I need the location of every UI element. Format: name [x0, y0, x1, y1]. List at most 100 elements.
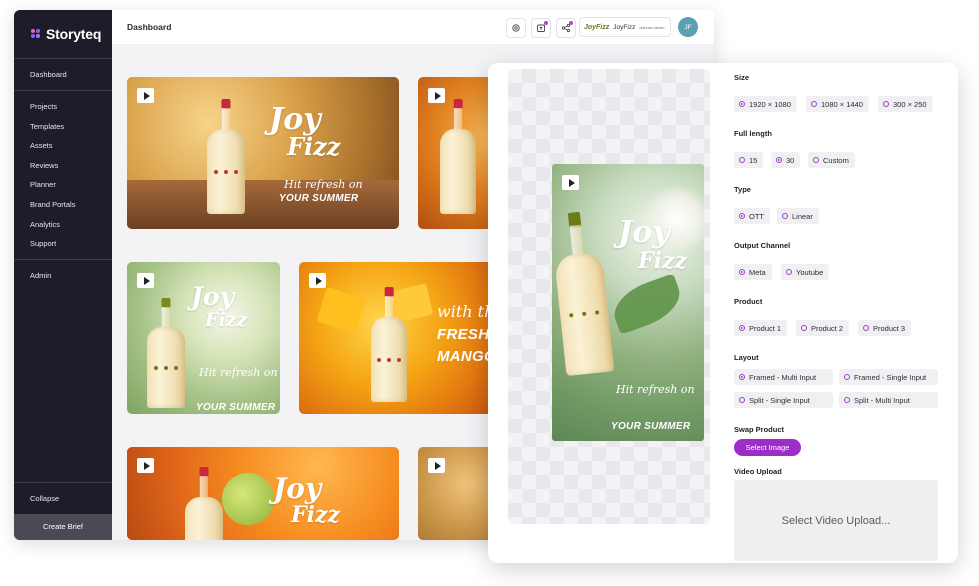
create-brief-button[interactable]: Create Brief [14, 514, 112, 540]
leaf-image [607, 273, 687, 335]
tagline: Hit refresh on [199, 366, 278, 379]
creative-card[interactable]: Joy Fizz [127, 447, 399, 540]
lime-image [222, 473, 274, 525]
collapse-button[interactable]: Collapse [30, 494, 59, 503]
product-option-1[interactable]: Product 1 [734, 320, 788, 336]
option-label: Product 2 [811, 323, 844, 333]
sidebar-item-dashboard[interactable]: Dashboard [30, 70, 67, 79]
joyfizz-logo-text: Joy Fizz [269, 105, 340, 159]
radio-icon [782, 213, 788, 219]
preview-creative[interactable]: Joy Fizz Hit refresh on YOUR SUMMER [552, 164, 704, 441]
creative-card[interactable]: Joy Fizz Hit refresh on YOUR SUMMER [127, 77, 399, 229]
video-upload-dropzone[interactable]: Select Video Upload... [734, 480, 938, 561]
select-image-button[interactable]: Select Image [734, 439, 801, 456]
product-option-3[interactable]: Product 3 [858, 320, 912, 336]
layout-label: Layout [734, 353, 759, 362]
tagline: Hit refresh on [284, 178, 363, 191]
option-label: Split - Single Input [749, 395, 810, 405]
sidebar-item-reviews[interactable]: Reviews [30, 161, 58, 170]
product-option-2[interactable]: Product 2 [796, 320, 850, 336]
type-label: Type [734, 185, 751, 194]
play-icon[interactable] [137, 458, 154, 473]
layout-option-framed-multi[interactable]: Framed - Multi Input [734, 369, 833, 385]
upload-button[interactable] [531, 18, 551, 38]
option-label: Youtube [796, 267, 824, 277]
size-option-1080x1440[interactable]: 1080 × 1440 [806, 96, 869, 112]
sidebar-item-templates[interactable]: Templates [30, 122, 64, 131]
length-option-30[interactable]: 30 [771, 152, 801, 168]
logo-text: Storyteq [46, 26, 102, 42]
channel-option-meta[interactable]: Meta [734, 264, 772, 280]
radio-icon [786, 269, 792, 275]
brand-word-fizz: Fizz [205, 309, 248, 332]
option-label: 15 [749, 155, 758, 165]
play-icon[interactable] [137, 88, 154, 103]
tagline: Hit refresh on [616, 383, 695, 396]
sidebar-item-admin[interactable]: Admin [30, 271, 51, 280]
bottle-image [147, 298, 185, 408]
type-option-ott[interactable]: OTT [734, 208, 770, 224]
sidebar-item-support[interactable]: Support [30, 239, 56, 248]
brand-selector[interactable]: JoyFizz JoyFizz chevron-down [579, 17, 671, 37]
option-label: 300 × 250 [893, 99, 927, 109]
joyfizz-logo: JoyFizz [584, 23, 610, 31]
sidebar-item-brand-portals[interactable]: Brand Portals [30, 200, 75, 209]
play-icon[interactable] [562, 175, 579, 190]
sidebar-item-projects[interactable]: Projects [30, 102, 57, 111]
play-icon[interactable] [309, 273, 326, 288]
radio-selected-icon [739, 374, 745, 380]
option-label: Linear [792, 211, 813, 221]
nav-divider [14, 58, 112, 59]
option-label: Meta [749, 267, 766, 277]
layout-option-split-single[interactable]: Split - Single Input [734, 392, 833, 408]
fresh-text: FRESH [437, 326, 490, 343]
radio-icon [844, 374, 850, 380]
summer-text: YOUR SUMMER [196, 402, 276, 413]
avatar[interactable]: JF [678, 17, 698, 37]
length-option-15[interactable]: 15 [734, 152, 764, 168]
gear-icon [512, 24, 520, 32]
joyfizz-logo-text: Joy Fizz [273, 475, 340, 528]
storyteq-logo[interactable]: Storyteq [31, 26, 101, 42]
swap-product-label: Swap Product [734, 425, 785, 434]
creative-card[interactable]: with th FRESH MANGO [299, 262, 499, 414]
option-label: Framed - Multi Input [749, 372, 817, 382]
size-option-1920x1080[interactable]: 1920 × 1080 [734, 96, 797, 112]
option-label: Split - Multi Input [854, 395, 910, 405]
brand-name: JoyFizz [613, 23, 636, 31]
nav-divider [14, 90, 112, 91]
logo-icon [31, 29, 41, 39]
notification-dot-icon [544, 21, 548, 25]
with-the-text: with th [437, 302, 495, 321]
type-option-linear[interactable]: Linear [777, 208, 819, 224]
radio-icon [811, 101, 817, 107]
option-label: 30 [786, 155, 795, 165]
mango-cube [316, 286, 366, 334]
full-length-label: Full length [734, 129, 772, 138]
length-option-custom[interactable]: Custom [808, 152, 855, 168]
option-label: 1920 × 1080 [749, 99, 791, 109]
summer-text: YOUR SUMMER [611, 421, 691, 432]
sidebar-item-analytics[interactable]: Analytics [30, 220, 60, 229]
layout-option-framed-single[interactable]: Framed - Single Input [839, 369, 938, 385]
channel-option-youtube[interactable]: Youtube [781, 264, 830, 280]
bottle-image [552, 210, 615, 377]
sidebar-item-assets[interactable]: Assets [30, 141, 53, 150]
nav-divider [14, 259, 112, 260]
settings-button[interactable] [506, 18, 526, 38]
layout-option-split-multi[interactable]: Split - Multi Input [839, 392, 938, 408]
radio-selected-icon [776, 157, 782, 163]
creative-card[interactable]: Joy Fizz Hit refresh on YOUR SUMMER [127, 262, 280, 414]
option-label: OTT [749, 211, 764, 221]
brand-word-fizz: Fizz [291, 501, 340, 528]
sidebar-item-planner[interactable]: Planner [30, 180, 56, 189]
size-option-300x250[interactable]: 300 × 250 [878, 96, 933, 112]
video-upload-label: Video Upload [734, 467, 782, 476]
share-button[interactable] [556, 18, 576, 38]
play-icon[interactable] [428, 458, 445, 473]
radio-selected-icon [739, 101, 745, 107]
joyfizz-logo-text: Joy Fizz [191, 284, 248, 332]
option-label: Framed - Single Input [854, 372, 927, 382]
option-label: Product 1 [749, 323, 782, 333]
play-icon[interactable] [137, 273, 154, 288]
